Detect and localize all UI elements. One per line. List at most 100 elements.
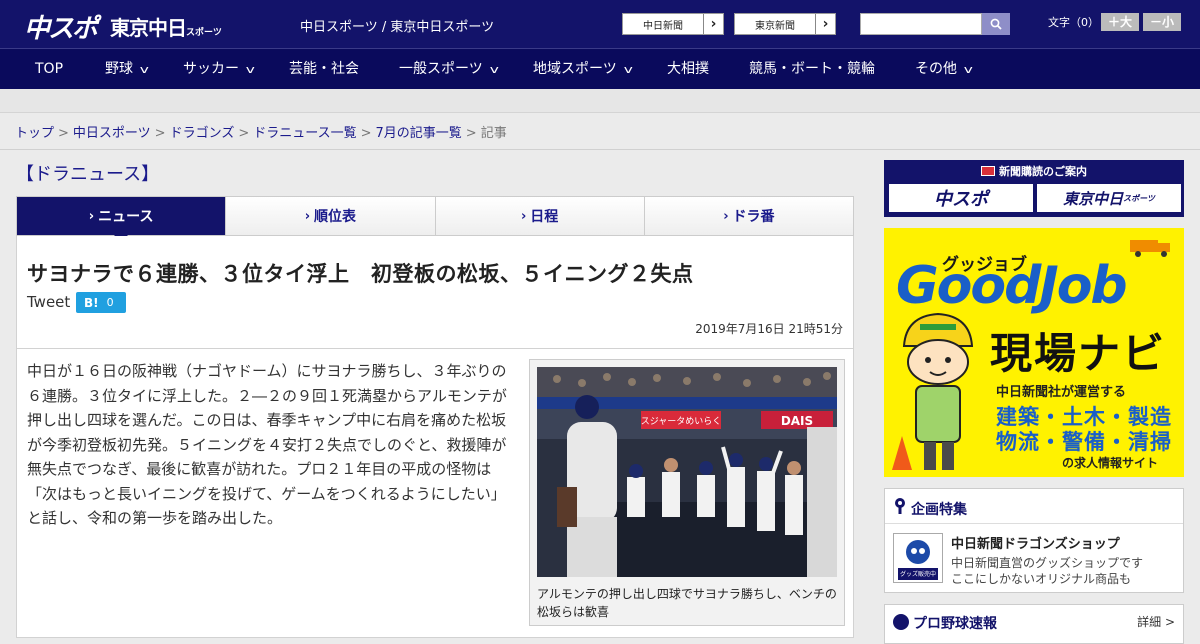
nav-label: 地域スポーツ (533, 61, 617, 77)
dragons-tabs: › ニュース › 順位表 › 日程 › ドラ番 (16, 196, 854, 242)
chevron-down-icon: v (623, 63, 633, 76)
search-icon (990, 18, 1002, 30)
nav-entertainment[interactable]: 芸能・社会 (289, 49, 359, 90)
newspaper-icon (981, 166, 995, 176)
breadcrumb-separator: > (238, 126, 250, 141)
nav-racing[interactable]: 競馬・ボート・競輪 (749, 49, 875, 90)
search-input[interactable] (860, 13, 982, 35)
font-size-label: 文字（0） (1048, 16, 1099, 29)
photo-caption: アルモンテの押し出し四球でサヨナラ勝ちし、ベンチの松坂らは歓喜 (537, 587, 837, 619)
sub-nav-strip (0, 89, 1200, 113)
nav-sumo[interactable]: 大相撲 (667, 49, 709, 90)
breadcrumb-separator: > (360, 126, 372, 141)
nav-label: TOP (35, 61, 64, 77)
ad-operator: 中日新聞社が運営する (996, 385, 1127, 400)
shop-description-2: ここにしかないオリジナル商品も (951, 572, 1132, 586)
site-header: 中スポ 東京中日スポーツ 中日スポーツ / 東京中日スポーツ 中日新聞 › 東京… (0, 0, 1200, 48)
breadcrumb-separator: > (154, 126, 166, 141)
nav-label: 一般スポーツ (399, 61, 483, 77)
chevron-right-icon: › (723, 208, 729, 224)
shop-thumb-label: グッズ販売中 (899, 571, 936, 578)
nav-label: サッカー (183, 61, 239, 77)
shop-description-1: 中日新聞直営のグッズショップです (951, 556, 1144, 570)
chevron-down-icon: v (245, 63, 255, 76)
breadcrumb-july-list[interactable]: 7月の記事一覧 (376, 126, 462, 141)
breadcrumb-dragons[interactable]: ドラゴンズ (170, 126, 235, 141)
breadcrumb-separator: > (465, 126, 477, 141)
hatena-icon: B! (84, 295, 99, 310)
tab-dora-ban[interactable]: › ドラ番 (643, 197, 853, 235)
feature-title: 企画特集 (911, 502, 967, 518)
article-headline: サヨナラで６連勝、３位タイ浮上 初登板の松坂、５イニング２失点 (27, 262, 694, 286)
scores-detail-link[interactable]: 詳細 > (1137, 613, 1175, 630)
sub-tokyo-small: スポーツ (1123, 193, 1155, 203)
goodjob-ad-banner[interactable]: グッジョブ GoodJob 現場ナビ 中日新聞社が運営する 建築・土木・製造 物… (884, 228, 1184, 477)
chevron-right-icon: › (520, 208, 527, 224)
breadcrumb-current: 記事 (480, 126, 507, 141)
sub-tokyo-label: 東京中日 (1063, 189, 1124, 208)
font-larger-button[interactable]: ＋大 (1101, 13, 1139, 31)
article-photo[interactable]: スジャータめいらく DAIS (537, 367, 837, 577)
article-body: 中日が１６日の阪神戦（ナゴヤドーム）にサヨナラ勝ちし、３年ぶりの６連勝。３位タイ… (16, 348, 854, 638)
ad-jobs-line2: 物流・警備・清掃 (996, 430, 1172, 454)
tokyo-logo-sub: スポーツ (186, 28, 222, 38)
tokyo-logo-text: 東京中日 (110, 16, 187, 40)
search-button[interactable] (982, 13, 1010, 35)
nav-label: 競馬・ボート・競輪 (749, 61, 875, 77)
font-smaller-button[interactable]: －小 (1143, 13, 1181, 31)
nav-label: 野球 (105, 61, 133, 77)
tokyo-shimbun-label: 東京新聞 (755, 20, 795, 32)
article-photo-figure: スジャータめいらく DAIS アルモンテの押し出し四球でサヨナラ勝ちし、ベンチの… (529, 359, 845, 626)
tab-label: 日程 (530, 209, 559, 225)
main-nav: TOP 野球 v サッカー v 芸能・社会 一般スポーツ v 地域スポーツ v 大相撲 … (0, 48, 1200, 89)
subscribe-tokyo-chunichi-button[interactable]: 東京中日 スポーツ (1037, 184, 1181, 212)
nav-other[interactable]: その他 v (915, 49, 973, 90)
nav-label: 大相撲 (667, 61, 709, 77)
article-header: サヨナラで６連勝、３位タイ浮上 初登板の松坂、５イニング２失点 Tweet B!… (16, 236, 854, 349)
hatena-count: 0 (106, 296, 114, 309)
chevron-down-icon: v (139, 63, 149, 76)
divider (0, 149, 1200, 150)
tweet-button[interactable]: Tweet (27, 293, 70, 311)
truck-icon (1130, 240, 1170, 257)
section-title: 【ドラニュース】 (16, 164, 160, 185)
site-name: 中日スポーツ / 東京中日スポーツ (300, 20, 495, 35)
tab-schedule[interactable]: › 日程 (434, 197, 644, 235)
article-date: 2019年7月16日 21時51分 (695, 322, 843, 336)
tab-standings[interactable]: › 順位表 (225, 197, 434, 235)
chuspo-logo[interactable]: 中スポ (24, 8, 98, 45)
chevron-right-icon: › (815, 14, 835, 34)
tab-label: ニュース (98, 209, 154, 225)
dragons-shop-link[interactable]: 中日新聞ドラゴンズショップ (951, 533, 1120, 552)
nav-local-sports[interactable]: 地域スポーツ v (533, 49, 633, 90)
nav-label: その他 (915, 61, 957, 77)
ad-title: 現場ナビ (990, 329, 1167, 378)
tokyo-shimbun-link[interactable]: 東京新聞 › (734, 13, 836, 35)
chevron-down-icon: v (489, 63, 499, 76)
breadcrumb-news-list[interactable]: ドラニュース一覧 (253, 126, 356, 141)
tokyo-chunichi-logo[interactable]: 東京中日スポーツ (110, 12, 222, 41)
feature-header: 企画特集 (885, 489, 1183, 524)
nav-general-sports[interactable]: 一般スポーツ v (399, 49, 499, 90)
tab-label: ドラ番 (732, 209, 775, 225)
pro-baseball-scores-box: プロ野球速報 詳細 > (884, 604, 1184, 644)
subscribe-chuspo-button[interactable]: 中スポ (889, 184, 1033, 212)
chevron-right-icon: › (88, 208, 95, 224)
photo-banner-right: DAIS (781, 414, 813, 428)
article-text: 中日が１６日の阪神戦（ナゴヤドーム）にサヨナラ勝ちし、３年ぶりの６連勝。３位タイ… (27, 362, 507, 527)
chevron-right-icon: › (304, 208, 311, 224)
breadcrumb-chunichi-sports[interactable]: 中日スポーツ (73, 126, 151, 141)
nav-soccer[interactable]: サッカー v (183, 49, 255, 90)
photo-banner-left: スジャータめいらく (641, 416, 722, 427)
chunichi-shimbun-link[interactable]: 中日新聞 › (622, 13, 724, 35)
nav-baseball[interactable]: 野球 v (105, 49, 149, 90)
hatena-bookmark-button[interactable]: B! 0 (76, 292, 126, 313)
nav-top[interactable]: TOP (35, 49, 63, 90)
breadcrumb-top[interactable]: トップ (15, 126, 54, 141)
subscription-title-text: 新聞購読のご案内 (999, 165, 1087, 178)
tab-label: 順位表 (314, 209, 357, 225)
dragons-shop-thumbnail[interactable]: グッズ販売中 (893, 533, 943, 583)
ad-site-desc: の求人情報サイト (1062, 456, 1159, 470)
pin-icon (895, 498, 905, 514)
tab-news[interactable]: › ニュース (17, 197, 226, 242)
